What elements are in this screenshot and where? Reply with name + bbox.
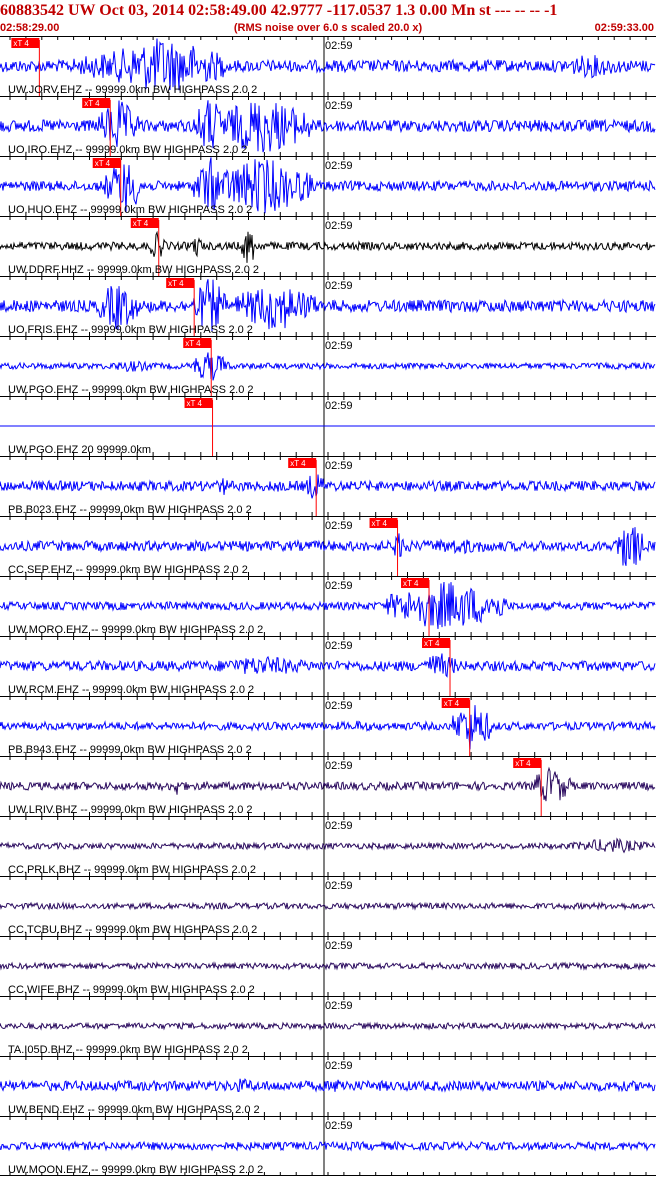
- waveform: [0, 352, 656, 381]
- pick-label: xT 4: [515, 759, 531, 768]
- minute-label: 02:59: [325, 280, 353, 292]
- seismogram-plot: 02:59 xT 4 UW.JORV.EHZ -- 99999.0km BW HIG…: [0, 36, 656, 1176]
- channel-label: UO.FRIS.EHZ -- 99999.0km BW HIGHPASS 2.0…: [8, 324, 253, 336]
- channel-label: CC.TCBU.BHZ -- 99999.0km BW HIGHPASS 2.0…: [8, 924, 257, 936]
- minute-label: 02:59: [325, 880, 353, 892]
- trace-panel: 02:59 xT 4 UW.LRIV.BHZ -- 99999.0km BW HIG…: [0, 756, 656, 816]
- channel-label: UW.LRIV.BHZ -- 99999.0km BW HIGHPASS 2.0…: [8, 804, 253, 816]
- channel-label: UW.JORV.EHZ -- 99999.0km BW HIGHPASS 2.0…: [8, 84, 257, 96]
- trace-panel: 02:59 CC.PRLK.BHZ -- 99999.0km BW HIGHPAS…: [0, 816, 656, 876]
- trace-panel: 02:59 xT 4 UO.IRO.EHZ -- 99999.0km BW HIGH…: [0, 96, 656, 156]
- trace-panel: 02:59 xT 4 CC.SEP.EHZ -- 99999.0km BW HIGH…: [0, 516, 656, 576]
- channel-label: CC.WIFE.BHZ -- 99999.0km BW HIGHPASS 2.0…: [8, 984, 255, 996]
- minute-label: 02:59: [325, 1000, 353, 1012]
- trace-panel: 02:59 CC.WIFE.BHZ -- 99999.0km BW HIGHPAS…: [0, 936, 656, 996]
- minute-label: 02:59: [325, 760, 353, 772]
- trace-panel: 02:59 TA.I05D.BHZ -- 99999.0km BW HIGHPAS…: [0, 996, 656, 1056]
- channel-label: TA.I05D.BHZ -- 99999.0km BW HIGHPASS 2.0…: [8, 1044, 248, 1056]
- minute-label: 02:59: [325, 160, 353, 172]
- trace-panel: 02:59 UW.BEND.EHZ -- 99999.0km BW HIGHPAS…: [0, 1056, 656, 1116]
- pick-label: xT 4: [403, 579, 419, 588]
- trace-panel: 02:59 xT 4 UW.JORV.EHZ -- 99999.0km BW HIG…: [0, 36, 656, 96]
- waveform: [0, 230, 656, 263]
- minute-label: 02:59: [325, 460, 353, 472]
- header: 60883542 UW Oct 03, 2014 02:58:49.00 42.…: [0, 0, 656, 36]
- minute-label: 02:59: [325, 1060, 353, 1072]
- trace-panel: 02:59 xT 4 UW.MORO.EHZ -- 99999.0km BW HIG…: [0, 576, 656, 636]
- minute-label: 02:59: [325, 40, 353, 52]
- trace-panel: 02:59 xT 4 UW.DDRF.HHZ -- 99999.0km BW HIG…: [0, 216, 656, 276]
- pick-label: xT 4: [13, 39, 29, 48]
- waveform: [0, 1021, 656, 1031]
- channel-label: PB.B023.EHZ -- 99999.0km BW HIGHPASS 2.0…: [8, 504, 252, 516]
- pick-label: xT 4: [95, 159, 111, 168]
- trace-panel: 02:59 CC.TCBU.BHZ -- 99999.0km BW HIGHPAS…: [0, 876, 656, 936]
- pick-label: xT 4: [133, 219, 149, 228]
- minute-label: 02:59: [325, 820, 353, 832]
- waveform: [0, 837, 656, 854]
- trace-panel: 02:59 xT 4 UW.PGO.EHZ 20 99999.0km: [0, 396, 656, 456]
- minute-label: 02:59: [325, 1120, 353, 1132]
- minute-label: 02:59: [325, 340, 353, 352]
- waveform: [0, 653, 656, 678]
- channel-label: UW.MOON.EHZ -- 99999.0km BW HIGHPASS 2.0…: [8, 1164, 263, 1176]
- waveform: [0, 1078, 656, 1093]
- pick-label: xT 4: [84, 99, 100, 108]
- minute-label: 02:59: [325, 520, 353, 532]
- minute-label: 02:59: [325, 700, 353, 712]
- channel-label: UW.PGO.EHZ 20 99999.0km: [8, 444, 151, 456]
- event-title: 60883542 UW Oct 03, 2014 02:58:49.00 42.…: [0, 2, 558, 19]
- minute-label: 02:59: [325, 580, 353, 592]
- channel-label: UO.HUO.EHZ -- 99999.0km BW HIGHPASS 2.0 …: [8, 204, 252, 216]
- channel-label: UO.IRO.EHZ -- 99999.0km BW HIGHPASS 2.0 …: [8, 144, 247, 156]
- pick-label: xT 4: [444, 699, 460, 708]
- pick-label: xT 4: [372, 519, 388, 528]
- pick-label: xT 4: [185, 339, 201, 348]
- channel-label: UW.MORO.EHZ -- 99999.0km BW HIGHPASS 2.0…: [8, 624, 263, 636]
- trace-panel: 02:59 xT 4 UO.HUO.EHZ -- 99999.0km BW HIGH…: [0, 156, 656, 216]
- channel-label: CC.SEP.EHZ -- 99999.0km BW HIGHPASS 2.0 …: [8, 564, 248, 576]
- minute-label: 02:59: [325, 220, 353, 232]
- end-time: 02:59:33.00: [594, 22, 654, 34]
- trace-panel: 02:59 xT 4 PB.B943.EHZ -- 99999.0km BW HIG…: [0, 696, 656, 756]
- minute-label: 02:59: [325, 640, 353, 652]
- pick-label: xT 4: [424, 639, 440, 648]
- rms-note: (RMS noise over 6.0 s scaled 20.0 x): [233, 22, 423, 34]
- trace-panel: 02:59 xT 4 UW.PGO.EHZ -- 99999.0km BW HIGH…: [0, 336, 656, 396]
- waveform: [0, 901, 656, 911]
- channel-label: CC.PRLK.BHZ -- 99999.0km BW HIGHPASS 2.0…: [8, 864, 256, 876]
- minute-label: 02:59: [325, 400, 353, 412]
- channel-label: UW.BEND.EHZ -- 99999.0km BW HIGHPASS 2.0…: [8, 1104, 260, 1116]
- waveform: [0, 1140, 656, 1152]
- pick-label: xT 4: [168, 279, 184, 288]
- channel-label: UW.PGO.EHZ -- 99999.0km BW HIGHPASS 2.0 …: [8, 384, 254, 396]
- waveform: [0, 474, 656, 499]
- trace-panel: 02:59 xT 4 PB.B023.EHZ -- 99999.0km BW HIG…: [0, 456, 656, 516]
- waveform: [0, 766, 656, 802]
- trace-panel: 02:59 UW.MOON.EHZ -- 99999.0km BW HIGHPAS…: [0, 1116, 656, 1176]
- waveform: [0, 961, 656, 971]
- channel-label: UW.DDRF.HHZ -- 99999.0km BW HIGHPASS 2.0…: [8, 264, 259, 276]
- waveform: [0, 527, 656, 566]
- minute-label: 02:59: [325, 940, 353, 952]
- channel-label: UW.RCM.EHZ -- 99999.0km BW HIGHPASS 2.0 …: [8, 684, 254, 696]
- pick-label: xT 4: [187, 399, 203, 408]
- minute-label: 02:59: [325, 100, 353, 112]
- trace-panel: 02:59 xT 4 UO.FRIS.EHZ -- 99999.0km BW HIG…: [0, 276, 656, 336]
- channel-label: PB.B943.EHZ -- 99999.0km BW HIGHPASS 2.0…: [8, 744, 252, 756]
- pick-label: xT 4: [290, 459, 306, 468]
- trace-panel: 02:59 xT 4 UW.RCM.EHZ -- 99999.0km BW HIGH…: [0, 636, 656, 696]
